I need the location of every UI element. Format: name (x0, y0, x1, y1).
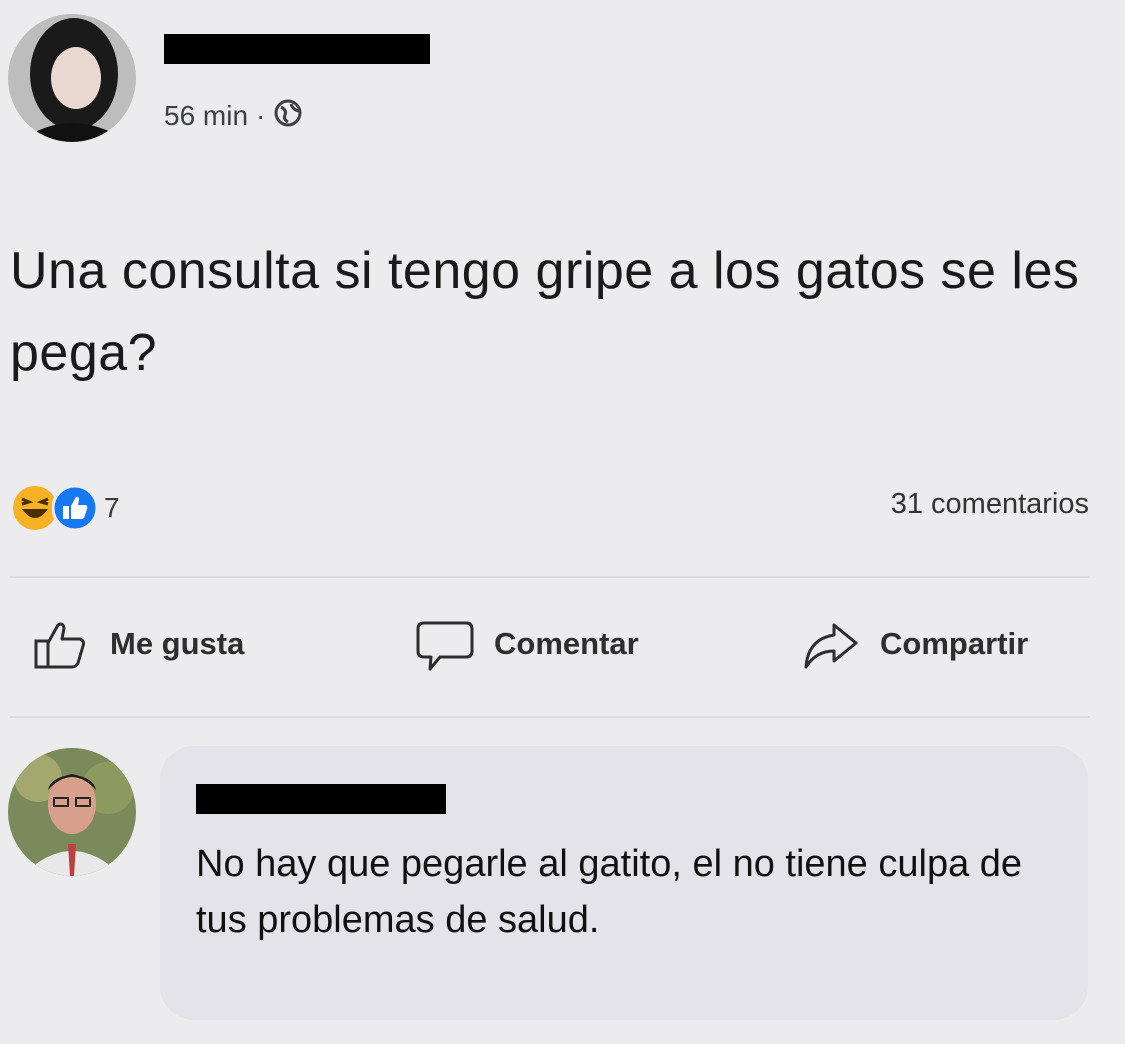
comment-label: Comentar (494, 626, 639, 661)
share-arrow-icon (804, 623, 858, 669)
reactions-summary[interactable]: 7 (12, 484, 120, 532)
redacted-commenter-name (196, 784, 446, 814)
like-label: Me gusta (110, 626, 245, 661)
globe-icon (273, 98, 303, 135)
comment-button[interactable]: Comentar (414, 614, 639, 674)
post-author-avatar[interactable] (8, 14, 136, 142)
redacted-author-name (164, 34, 430, 64)
thumbs-up-icon (34, 622, 86, 669)
like-reaction-icon (51, 484, 99, 532)
comments-count-link[interactable]: 31 comentarios (891, 488, 1089, 521)
post-time[interactable]: 56 min (164, 100, 248, 132)
share-button[interactable]: Compartir (800, 614, 1028, 674)
reaction-count: 7 (104, 492, 120, 523)
meta-separator: · (256, 100, 266, 131)
like-button[interactable]: Me gusta (30, 614, 244, 674)
post-text: Una consulta si tengo gripe a los gatos … (10, 242, 1080, 382)
comment-bubble-icon (416, 621, 474, 671)
commenter-avatar[interactable] (8, 748, 136, 876)
post-meta: 56 min · (164, 96, 303, 136)
divider (10, 716, 1090, 718)
divider (10, 576, 1090, 578)
comment-text: No hay que pegarle al gatito, el no tien… (196, 843, 1023, 941)
share-label: Compartir (880, 626, 1029, 661)
